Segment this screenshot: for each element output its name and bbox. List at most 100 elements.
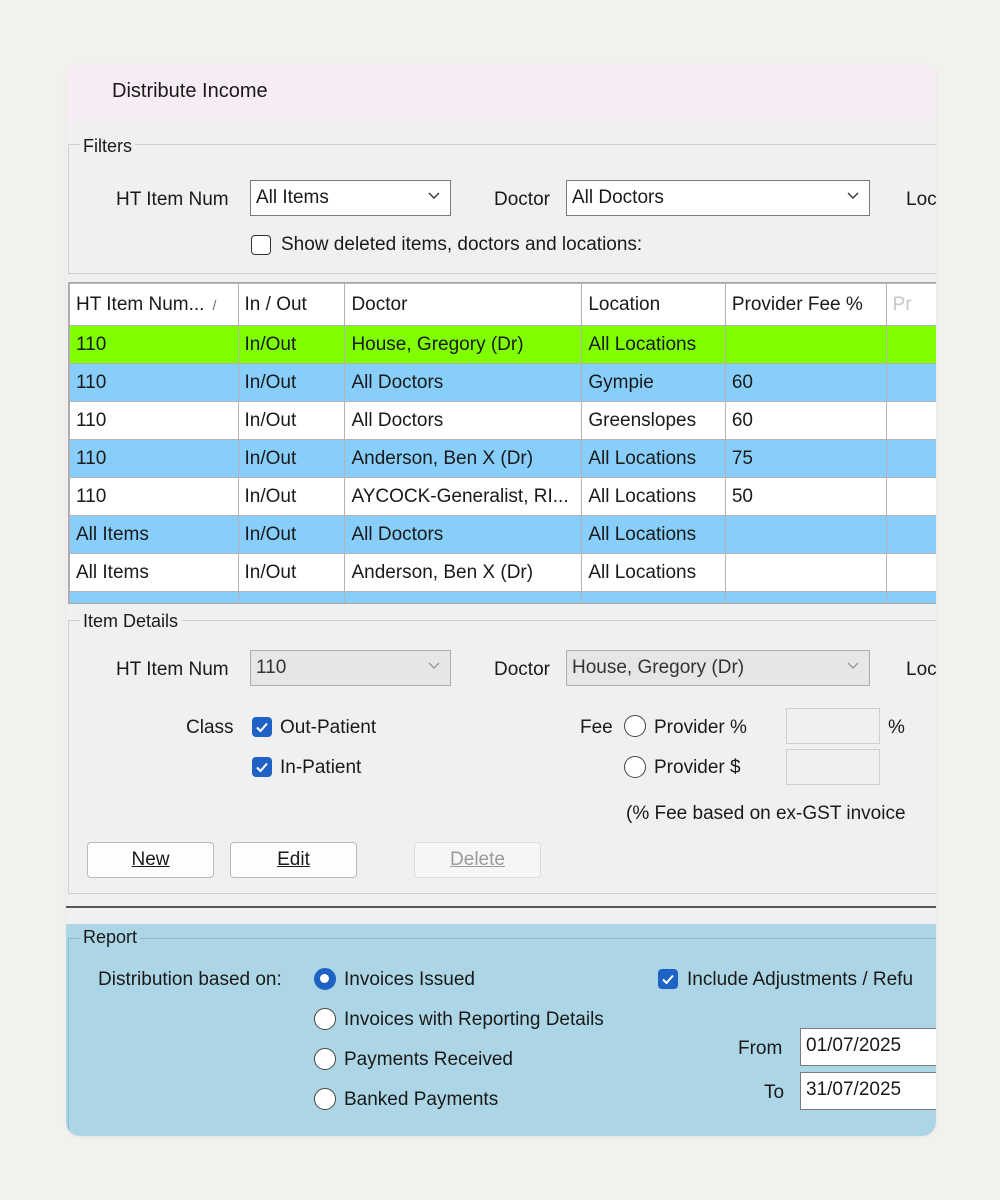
table-cell: All Locations — [581, 439, 726, 478]
provider-dollar-label[interactable]: Provider $ — [654, 757, 741, 779]
table-cell: In/Out — [237, 515, 346, 554]
table-cell: 110 — [69, 363, 239, 402]
checkmark-icon — [256, 722, 268, 733]
table-cell: Greenslopes — [581, 401, 726, 440]
include-adjustments-checkbox[interactable] — [658, 969, 678, 989]
table-cell — [724, 325, 887, 364]
table-cell — [885, 515, 936, 554]
column-header-provider-partial[interactable]: Pr — [885, 283, 936, 326]
income-grid[interactable]: HT Item Num... / In / Out Doctor Location… — [68, 282, 936, 604]
fee-note: (% Fee based on ex-GST invoice — [626, 803, 906, 824]
table-cell: House, Gregory (Dr) — [344, 325, 583, 364]
column-header-in-out[interactable]: In / Out — [237, 283, 346, 326]
table-cell — [885, 401, 936, 440]
table-cell — [69, 591, 239, 603]
table-cell: All Locations — [581, 325, 726, 364]
title-bar[interactable]: Distribute Income — [66, 64, 936, 121]
table-row[interactable]: 110 In/Out All Doctors Gympie 60 — [69, 363, 936, 402]
filter-location-label: Loc — [906, 189, 936, 210]
percent-symbol: % — [888, 717, 905, 738]
show-deleted-label[interactable]: Show deleted items, doctors and location… — [281, 234, 642, 256]
provider-pct-label[interactable]: Provider % — [654, 717, 747, 739]
table-cell — [885, 325, 936, 364]
table-cell: In/Out — [237, 363, 346, 402]
table-cell — [724, 553, 887, 592]
chevron-down-icon — [847, 662, 859, 669]
edit-button[interactable]: Edit — [230, 842, 357, 878]
filter-item-num-value: All Items — [256, 187, 329, 208]
detail-item-num-select[interactable]: 110 — [250, 650, 451, 686]
chevron-down-icon — [428, 192, 440, 199]
section-divider — [66, 906, 936, 908]
delete-button[interactable]: Delete — [414, 842, 541, 878]
table-row[interactable] — [69, 591, 936, 603]
from-date-input[interactable]: 01/07/2025 — [800, 1028, 936, 1066]
table-header-row: HT Item Num... / In / Out Doctor Location… — [69, 283, 936, 326]
detail-doctor-select[interactable]: House, Gregory (Dr) — [566, 650, 870, 686]
table-cell — [581, 591, 726, 603]
option-invoices-issued-radio[interactable] — [314, 968, 336, 990]
provider-dollar-radio[interactable] — [624, 756, 646, 778]
option-banked-payments-radio[interactable] — [314, 1088, 336, 1110]
table-cell — [885, 591, 936, 603]
item-details-legend: Item Details — [80, 611, 182, 631]
table-cell: 110 — [69, 401, 239, 440]
table-cell: 60 — [724, 363, 887, 402]
table-row[interactable]: All Items In/Out Anderson, Ben X (Dr) All L… — [69, 553, 936, 592]
provider-pct-radio[interactable] — [624, 715, 646, 737]
table-cell: All Items — [69, 553, 239, 592]
option-invoices-reporting-label[interactable]: Invoices with Reporting Details — [344, 1009, 604, 1031]
sort-indicator-icon: / — [212, 296, 217, 313]
table-row[interactable]: All Items In/Out All Doctors All Locations — [69, 515, 936, 554]
filters-legend: Filters — [80, 136, 135, 156]
to-date-input[interactable]: 31/07/2025 — [800, 1072, 936, 1110]
out-patient-checkbox[interactable] — [252, 717, 272, 737]
table-row[interactable]: 110 In/Out Anderson, Ben X (Dr) All Locatio… — [69, 439, 936, 478]
table-cell: 110 — [69, 477, 239, 516]
checkmark-icon — [662, 974, 674, 985]
include-adjustments-label[interactable]: Include Adjustments / Refu — [687, 969, 913, 991]
table-cell: All Doctors — [344, 515, 583, 554]
provider-pct-input[interactable] — [786, 708, 880, 744]
option-invoices-issued-label[interactable]: Invoices Issued — [344, 969, 475, 991]
option-invoices-reporting-radio[interactable] — [314, 1008, 336, 1030]
window-title: Distribute Income — [112, 80, 268, 102]
table-cell: 110 — [69, 439, 239, 478]
delete-button-label: Delete — [450, 849, 505, 870]
to-date-value: 31/07/2025 — [806, 1079, 902, 1100]
table-cell: All Items — [69, 515, 239, 554]
table-cell — [724, 515, 887, 554]
show-deleted-checkbox[interactable] — [251, 235, 271, 255]
table-row[interactable]: 110 In/Out House, Gregory (Dr) All Location… — [69, 325, 936, 364]
edit-button-label: Edit — [277, 849, 310, 870]
table-cell — [724, 591, 887, 603]
column-header-provider-fee-pct[interactable]: Provider Fee % — [724, 283, 887, 326]
table-row[interactable]: 110 In/Out AYCOCK-Generalist, RI... All Loc… — [69, 477, 936, 516]
option-banked-payments-label[interactable]: Banked Payments — [344, 1089, 498, 1111]
new-button[interactable]: New — [87, 842, 214, 878]
filter-doctor-label: Doctor — [494, 189, 550, 210]
in-patient-label[interactable]: In-Patient — [280, 757, 361, 779]
table-cell: Anderson, Ben X (Dr) — [344, 439, 583, 478]
in-patient-checkbox[interactable] — [252, 757, 272, 777]
table-cell: 75 — [724, 439, 887, 478]
table-cell: In/Out — [237, 477, 346, 516]
option-payments-received-label[interactable]: Payments Received — [344, 1049, 513, 1071]
table-cell: In/Out — [237, 439, 346, 478]
detail-doctor-label: Doctor — [494, 659, 550, 680]
column-header-location[interactable]: Location — [581, 283, 726, 326]
table-cell: In/Out — [237, 325, 346, 364]
detail-doctor-value: House, Gregory (Dr) — [572, 657, 745, 678]
detail-item-num-label: HT Item Num — [116, 659, 229, 680]
option-payments-received-radio[interactable] — [314, 1048, 336, 1070]
fee-label: Fee — [580, 717, 613, 738]
out-patient-label[interactable]: Out-Patient — [280, 717, 376, 739]
filter-item-num-select[interactable]: All Items — [250, 180, 451, 216]
provider-dollar-input[interactable] — [786, 749, 880, 785]
column-header-doctor[interactable]: Doctor — [344, 283, 583, 326]
filter-doctor-select[interactable]: All Doctors — [566, 180, 870, 216]
table-cell: All Locations — [581, 553, 726, 592]
table-row[interactable]: 110 In/Out All Doctors Greenslopes 60 — [69, 401, 936, 440]
distribution-label: Distribution based on: — [98, 969, 282, 990]
column-header-item-num[interactable]: HT Item Num... / — [69, 283, 239, 326]
